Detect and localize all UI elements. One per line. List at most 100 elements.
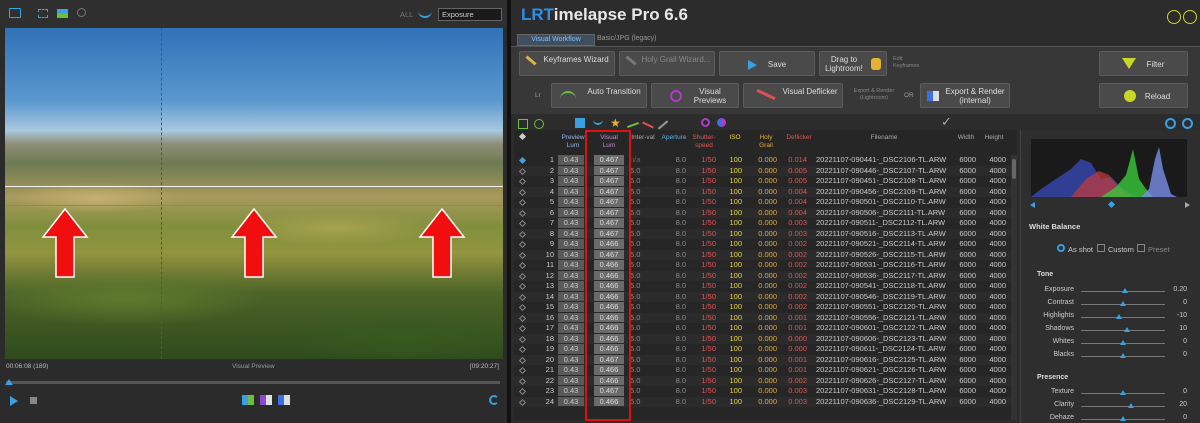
column-header[interactable]: ISO [724, 134, 746, 142]
curve-small-icon[interactable] [593, 119, 603, 125]
slider-handle[interactable] [1120, 416, 1126, 421]
line-tool-icon[interactable] [627, 122, 639, 128]
download-icon[interactable] [1182, 118, 1193, 129]
play-icon[interactable] [10, 396, 18, 406]
tab-basic-jpg[interactable]: Basic/JPG (legacy) [597, 34, 677, 46]
keyframe-icon[interactable] [518, 335, 527, 343]
keyframe-icon[interactable] [518, 377, 527, 385]
slider-value[interactable]: 20 [1179, 401, 1187, 408]
save-button[interactable]: Save [719, 51, 815, 76]
slider-value[interactable]: 0.20 [1173, 286, 1187, 293]
keyframe-icon[interactable] [518, 209, 527, 217]
slider-value[interactable]: 10 [1179, 325, 1187, 332]
scrollbar[interactable] [1011, 155, 1017, 420]
playhead-marker-icon[interactable] [5, 379, 13, 385]
preview-image[interactable] [5, 28, 503, 359]
keyframe-icon[interactable] [260, 395, 272, 405]
reference-line-magenta[interactable] [5, 205, 503, 206]
keyframe-icon[interactable] [518, 345, 527, 354]
clip-shadow-icon[interactable] [1030, 202, 1035, 208]
slider-value[interactable]: 0 [1183, 351, 1187, 358]
filter-button[interactable]: Filter [1099, 51, 1188, 76]
visual-deflicker-button[interactable]: Visual Deflicker [743, 83, 843, 108]
keyframe-icon[interactable] [518, 240, 527, 249]
pro-badge-icon[interactable] [1167, 10, 1181, 24]
target-icon[interactable] [1165, 118, 1176, 129]
keyframe-icon[interactable] [518, 366, 527, 375]
slider-handle[interactable] [1115, 314, 1122, 319]
grid-icon[interactable] [518, 119, 528, 129]
keyframe-icon[interactable] [518, 324, 527, 333]
custom-checkbox[interactable] [1097, 244, 1105, 252]
keyframe-icon[interactable] [518, 219, 527, 228]
luminance-dropdown[interactable]: Exposure [438, 8, 502, 21]
column-header[interactable]: Height [981, 134, 1007, 142]
column-header[interactable]: Deflicker [782, 134, 816, 142]
slider-handle[interactable] [1124, 327, 1131, 332]
export-internal-button[interactable]: Export & Render (internal) [920, 83, 1010, 108]
keyframe-column-icon[interactable] [518, 132, 527, 141]
curve-icon[interactable] [418, 8, 432, 18]
folder-icon[interactable] [9, 8, 21, 18]
holy-grail-wizard-button[interactable]: Holy Grail Wizard... [619, 51, 715, 76]
slider-handle[interactable] [1120, 301, 1126, 306]
image-icon[interactable] [57, 9, 68, 18]
keyframe-prev-icon[interactable] [242, 395, 254, 405]
keyframe-icon[interactable] [518, 188, 527, 196]
keyframe-icon[interactable] [518, 167, 527, 175]
slider-handle[interactable] [1121, 288, 1128, 293]
preview-icon[interactable] [575, 118, 585, 128]
keyframe-active-icon[interactable] [518, 156, 527, 165]
slider-handle[interactable] [1120, 390, 1126, 395]
column-header[interactable]: Aperture [657, 134, 691, 142]
keyframe-icon[interactable] [518, 230, 527, 238]
keyframe-icon[interactable] [518, 261, 527, 270]
visual-preview-small-icon[interactable] [701, 118, 710, 127]
keyframe-icon[interactable] [518, 251, 527, 259]
column-header[interactable]: Preview Lum [558, 134, 588, 150]
slider-track[interactable] [1081, 330, 1165, 331]
slider-handle[interactable] [1128, 403, 1135, 408]
tab-visual-workflow[interactable]: Visual Workflow [517, 34, 595, 46]
export-lightroom-label[interactable]: Export & Render (Lightroom) [847, 88, 901, 102]
column-header[interactable]: Width [955, 134, 977, 142]
column-header[interactable]: Shutter-speed [690, 134, 718, 150]
keyframes-wizard-button[interactable]: Keyframes Wizard [519, 51, 615, 76]
keyframe-icon[interactable] [518, 356, 527, 364]
timeline-slider[interactable] [6, 381, 500, 384]
keyframe-icon[interactable] [518, 272, 527, 280]
clip-highlight-icon[interactable] [1185, 202, 1190, 208]
visual-previews-button[interactable]: Visual Previews [651, 83, 739, 108]
keyframe-icon[interactable] [518, 398, 527, 406]
filter-all-label[interactable]: ALL [400, 10, 413, 19]
keyframe-icon[interactable] [518, 177, 527, 186]
keyframe-icon[interactable] [518, 387, 527, 396]
slider-value[interactable]: 0 [1183, 338, 1187, 345]
stop-icon[interactable] [30, 397, 37, 404]
keyframe-icon[interactable] [518, 282, 527, 291]
slider-handle[interactable] [1120, 353, 1126, 358]
reload-button[interactable]: Reload [1099, 83, 1188, 108]
clock-icon[interactable] [534, 119, 544, 129]
checkmark-icon[interactable]: ✓ [941, 114, 952, 130]
slider-value[interactable]: 0 [1183, 388, 1187, 395]
blend-icon[interactable] [717, 118, 726, 127]
scrollbar-thumb[interactable] [1012, 159, 1016, 179]
keyframe-icon[interactable] [518, 198, 527, 207]
reference-line-white[interactable] [5, 186, 503, 187]
slider-handle[interactable] [1120, 340, 1126, 345]
star-icon[interactable]: ★ [610, 116, 621, 130]
keyframe-icon[interactable] [518, 314, 527, 322]
column-header[interactable]: Holy Grail [754, 134, 778, 150]
wand-small-icon[interactable] [657, 120, 669, 130]
auto-transition-button[interactable]: Auto Transition [551, 83, 647, 108]
keyframe-icon[interactable] [518, 293, 527, 301]
slider-value[interactable]: 0 [1183, 414, 1187, 421]
refresh-icon[interactable] [489, 395, 499, 405]
zoom-icon[interactable] [77, 8, 86, 17]
help-badge-icon[interactable] [1183, 10, 1197, 24]
diamond-icon[interactable] [1107, 200, 1116, 209]
keyframe-next-icon[interactable] [278, 395, 290, 405]
preset-checkbox[interactable] [1137, 244, 1145, 252]
drag-to-lightroom-button[interactable]: Drag to Lightroom! [819, 51, 887, 76]
